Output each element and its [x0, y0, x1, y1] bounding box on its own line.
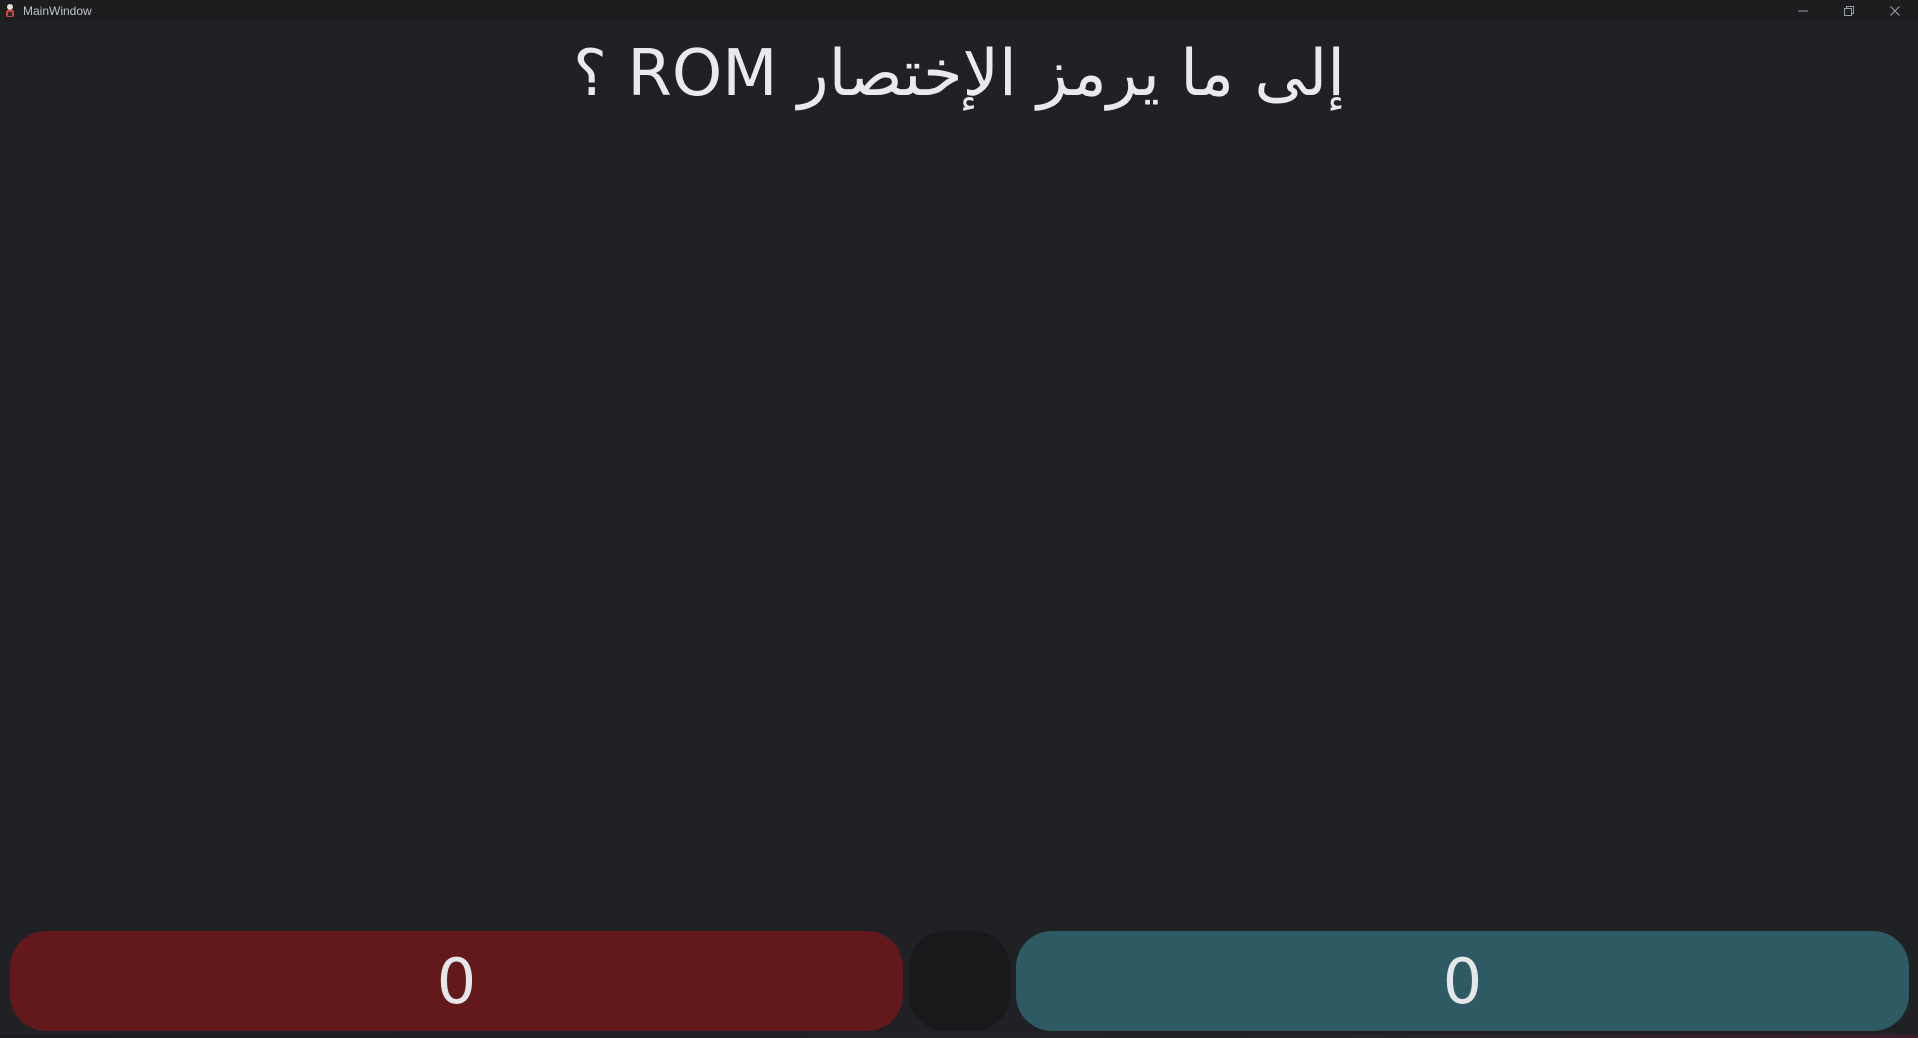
minimize-button[interactable]	[1780, 0, 1826, 22]
restore-icon	[1844, 6, 1854, 16]
app-icon	[6, 4, 14, 17]
close-icon	[1890, 6, 1900, 16]
right-team-score-button[interactable]: 0	[1016, 931, 1909, 1031]
close-button[interactable]	[1872, 0, 1918, 22]
question-text: إلى ما يرمز الإختصار ROM ؟	[573, 37, 1345, 111]
left-team-score-button[interactable]: 0	[10, 931, 903, 1031]
minimize-icon	[1798, 10, 1808, 12]
left-team-score-value: 0	[436, 944, 477, 1018]
bottom-edge	[0, 1034, 1918, 1038]
title-bar: MainWindow	[0, 0, 1918, 22]
window-title: MainWindow	[23, 4, 92, 18]
center-button[interactable]	[909, 931, 1010, 1031]
right-team-score-value: 0	[1442, 944, 1483, 1018]
maximize-button[interactable]	[1826, 0, 1872, 22]
